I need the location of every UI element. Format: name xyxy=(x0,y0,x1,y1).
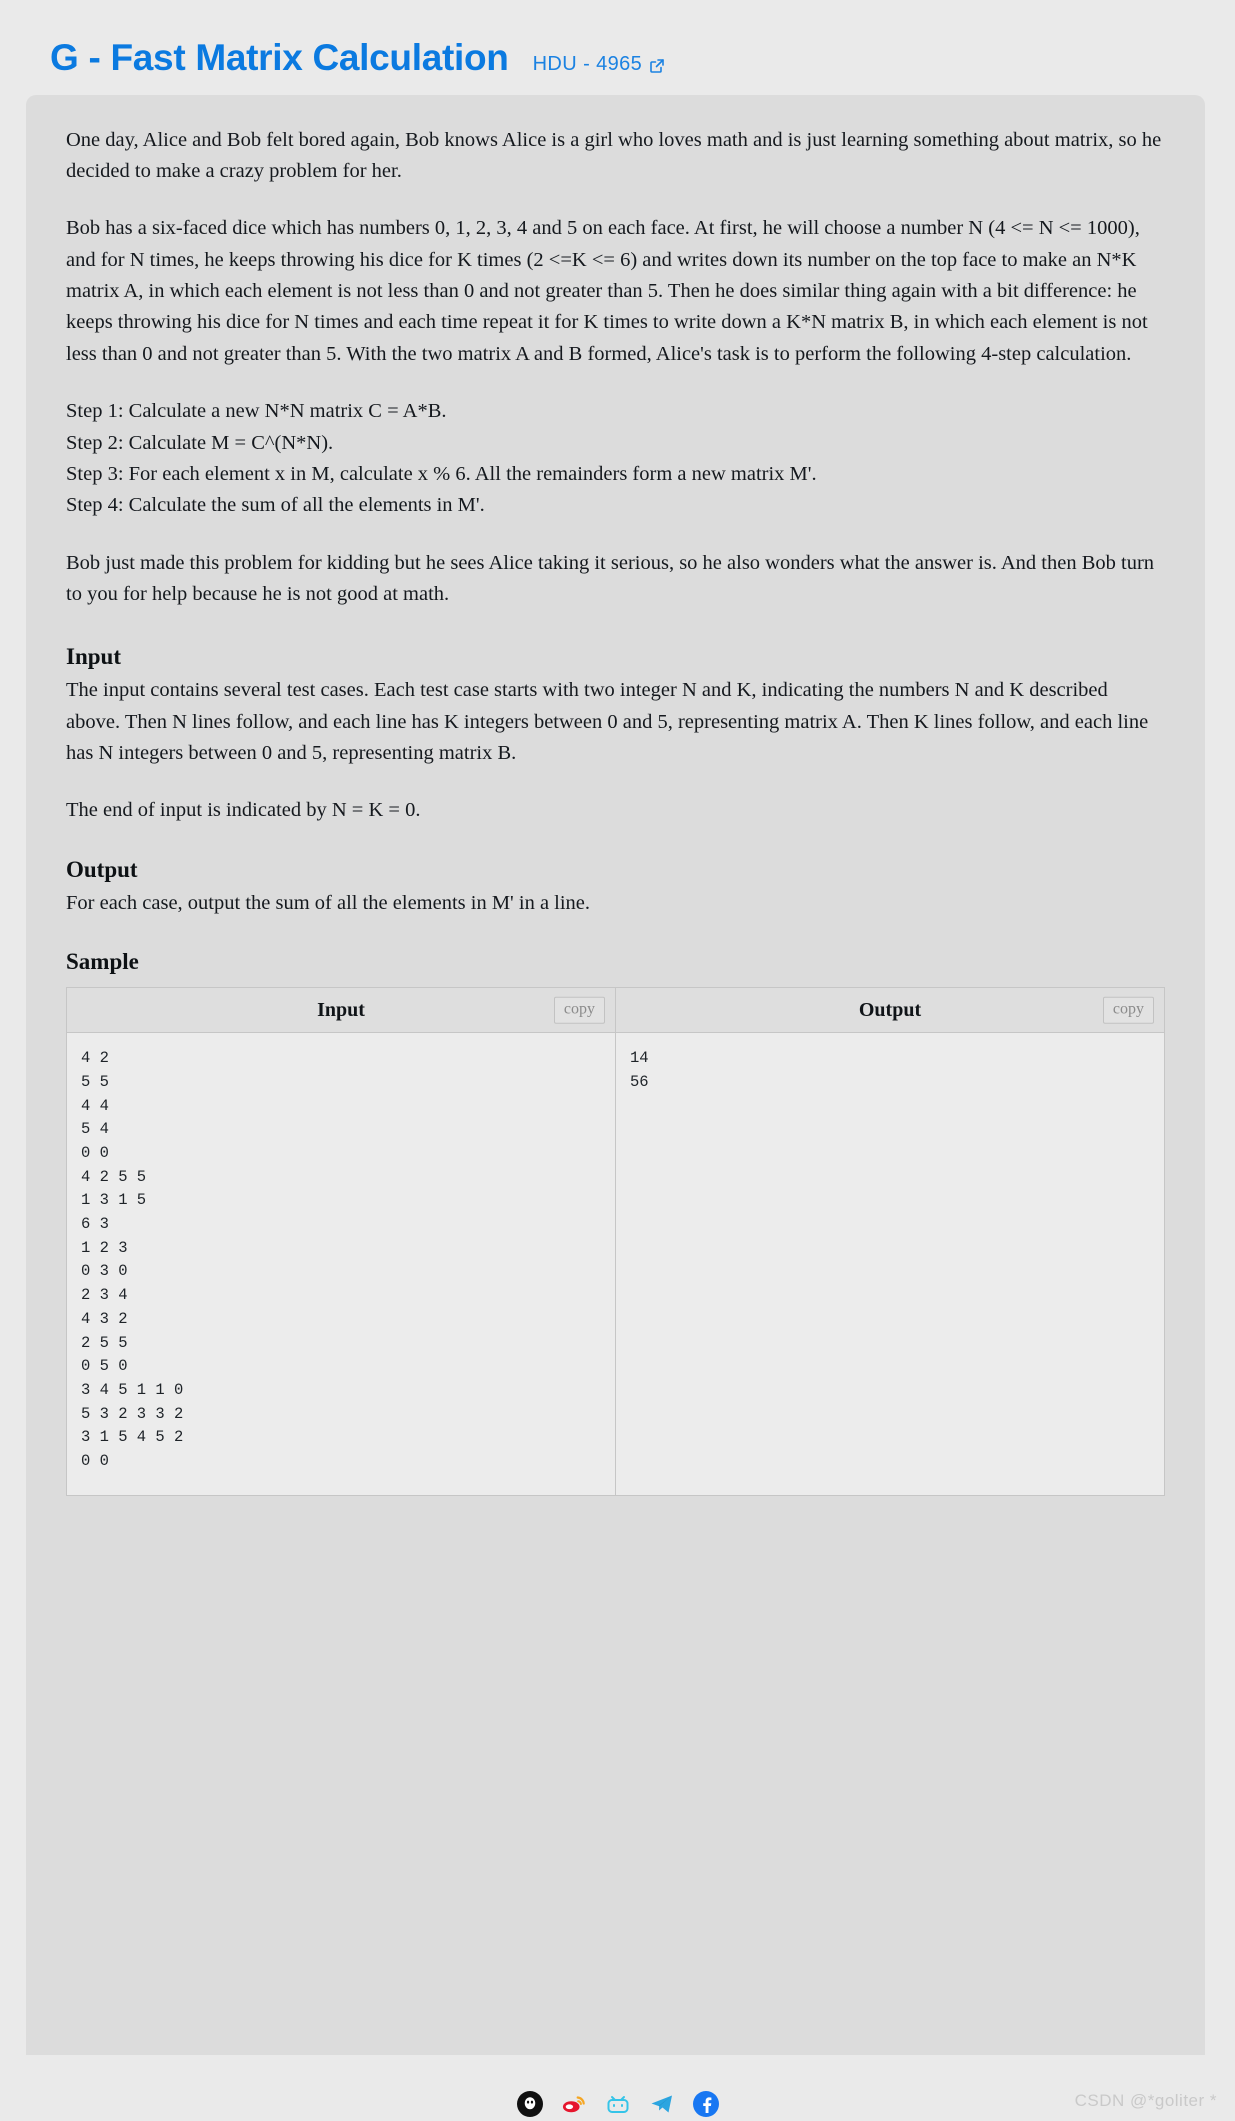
csdn-watermark: CSDN @*goliter * xyxy=(1074,2091,1217,2110)
sample-input-text: 4 2 5 5 4 4 5 4 0 0 4 2 5 5 1 3 1 5 6 3 … xyxy=(81,1049,184,1471)
sample-output-cell: 14 56 xyxy=(615,1032,1165,1497)
step-1: Step 1: Calculate a new N*N matrix C = A… xyxy=(66,400,447,423)
step-3: Step 3: For each element x in M, calcula… xyxy=(66,462,817,485)
telegram-share-icon[interactable] xyxy=(649,2091,675,2117)
statement-paragraph-2: Bob has a six-faced dice which has numbe… xyxy=(66,217,1148,365)
sample-table-body-row: 4 2 5 5 4 4 5 4 0 0 4 2 5 5 1 3 1 5 6 3 … xyxy=(66,1032,1165,1497)
sample-output-header-cell: Output copy xyxy=(615,987,1165,1034)
sample-output-header-label: Output xyxy=(858,998,922,1021)
page-title: G - Fast Matrix Calculation xyxy=(50,37,509,78)
section-heading-output: Output xyxy=(66,856,138,882)
facebook-share-icon[interactable] xyxy=(692,2091,719,2117)
input-description: The input contains several test cases. E… xyxy=(66,679,1149,765)
sample-input-header-label: Input xyxy=(317,998,365,1021)
title-row: G - Fast Matrix Calculation HDU - 4965 xyxy=(0,0,1235,95)
statement-closing: Bob just made this problem for kidding b… xyxy=(66,551,1155,605)
external-link-icon xyxy=(649,57,665,73)
sample-table-wrapper: Input copy Output copy 4 2 5 5 4 4 5 4 0… xyxy=(66,987,1165,1497)
section-heading-sample: Sample xyxy=(66,949,139,975)
step-2: Step 2: Calculate M = C^(N*N). xyxy=(66,431,334,454)
problem-source-link[interactable]: HDU - 4965 xyxy=(533,53,666,76)
sample-output-text: 14 56 xyxy=(630,1049,649,1091)
section-heading-input: Input xyxy=(66,644,121,670)
copy-input-button[interactable]: copy xyxy=(553,996,605,1024)
qq-share-icon[interactable] xyxy=(516,2091,543,2117)
input-terminator-note: The end of input is indicated by N = K =… xyxy=(66,799,421,822)
step-4: Step 4: Calculate the sum of all the ele… xyxy=(66,494,485,517)
sample-input-header-cell: Input copy xyxy=(66,987,616,1034)
copy-output-button[interactable]: copy xyxy=(1102,996,1154,1024)
bilibili-share-icon[interactable] xyxy=(605,2091,631,2117)
weibo-share-icon[interactable] xyxy=(561,2091,587,2117)
problem-page: G - Fast Matrix Calculation HDU - 4965 O… xyxy=(0,0,1235,2121)
sample-input-cell: 4 2 5 5 4 4 5 4 0 0 4 2 5 5 1 3 1 5 6 3 … xyxy=(66,1032,616,1497)
statement-paragraph-1: One day, Alice and Bob felt bored again,… xyxy=(66,128,1162,183)
problem-source-label: HDU - 4965 xyxy=(532,53,643,75)
sample-table: Input copy Output copy 4 2 5 5 4 4 5 4 0… xyxy=(66,987,1165,1497)
calculation-steps: Step 1: Calculate a new N*N matrix C = A… xyxy=(66,396,1165,521)
sample-table-header-row: Input copy Output copy xyxy=(66,987,1165,1034)
content-panel: One day, Alice and Bob felt bored again,… xyxy=(26,94,1205,2055)
share-icon-row xyxy=(0,2087,1235,2121)
output-description: For each case, output the sum of all the… xyxy=(66,891,591,914)
